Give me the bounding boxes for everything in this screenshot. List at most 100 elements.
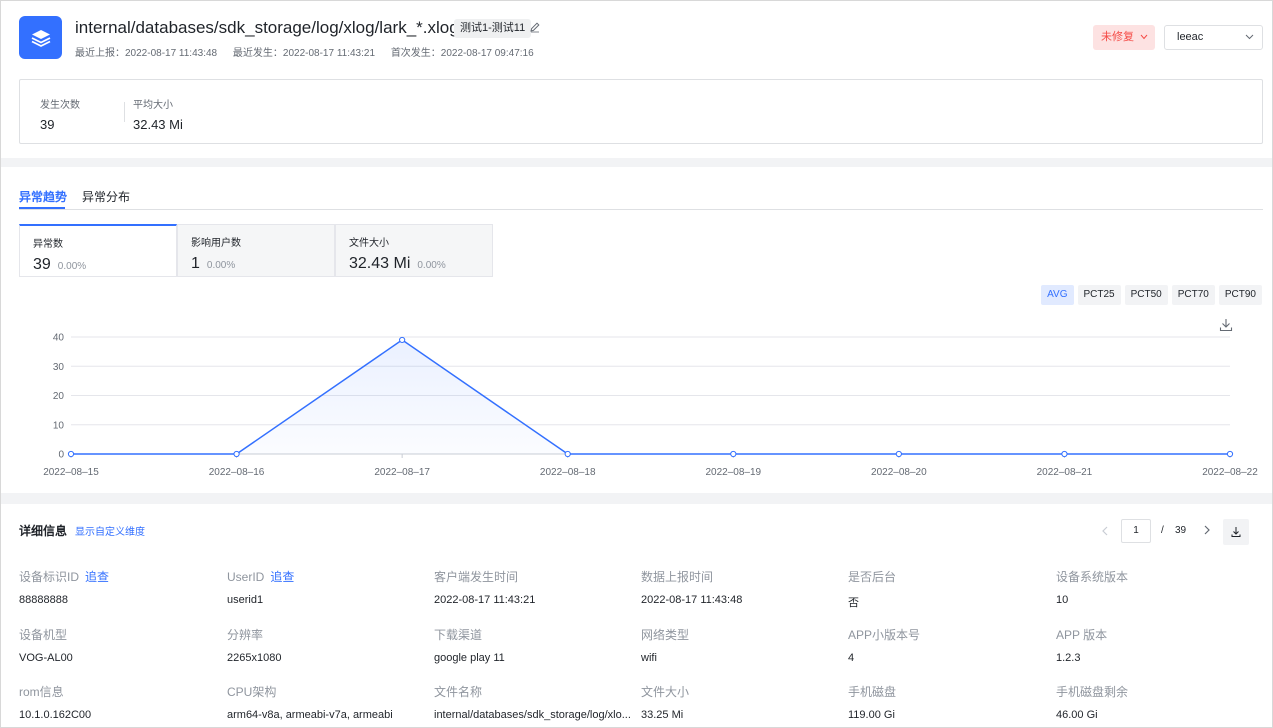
- field-label: 下载渠道: [434, 628, 483, 642]
- detail-field: 设备系统版本 10: [1056, 568, 1256, 606]
- last-occur-time: 最近发生：2022-08-17 11:43:21: [232, 48, 376, 59]
- trace-link[interactable]: 追查: [85, 570, 109, 584]
- percentile-toggle: AVG PCT25 PCT50 PCT70 PCT90: [1041, 285, 1262, 305]
- page-total: 39: [1175, 525, 1187, 536]
- field-label: APP小版本号: [848, 628, 921, 642]
- data-point[interactable]: [1061, 450, 1068, 458]
- field-value: 119.00 Gi: [848, 709, 895, 721]
- status-select[interactable]: 未修复: [1093, 25, 1155, 50]
- metric-affected-users[interactable]: 影响用户数 1 0.00%: [177, 224, 335, 277]
- field-value: 1.2.3: [1056, 652, 1081, 664]
- field-label: 设备标识ID 追查: [19, 570, 110, 584]
- x-tick-label: 2022–08–15: [43, 467, 99, 478]
- series-area: [71, 339, 1230, 454]
- trend-tabs: 异常趋势 异常分布: [19, 167, 1263, 210]
- x-tick-label: 2022–08–17: [374, 467, 430, 478]
- field-label: 文件名称: [434, 685, 483, 699]
- trend-section: 异常趋势 异常分布 异常数 39 0.00% 影响用户数 1 0.00% 文件大小 …: [1, 167, 1272, 493]
- y-tick-label: 0: [58, 450, 64, 461]
- divider: [124, 102, 125, 122]
- field-value: 10.1.0.162C00: [19, 709, 92, 721]
- pagination: 1 / 39: [1097, 519, 1263, 545]
- chevron-right-icon[interactable]: [1203, 524, 1211, 536]
- detail-field: 设备机型 VOG-AL00: [19, 626, 219, 664]
- detail-field: APP 版本 1.2.3: [1056, 626, 1256, 664]
- assignee-select[interactable]: leeac: [1164, 25, 1263, 50]
- field-value: 10: [1056, 594, 1069, 606]
- field-value: google play 11: [434, 652, 505, 664]
- chevron-down-icon: [1245, 34, 1254, 40]
- layers-icon: [19, 16, 62, 59]
- x-tick-label: 2022–08–22: [1202, 467, 1258, 478]
- pct70-button[interactable]: PCT70: [1171, 285, 1215, 305]
- tab-trend[interactable]: 异常趋势: [19, 188, 67, 205]
- detail-field: UserID 追查 userid1: [227, 568, 427, 606]
- field-label: 数据上报时间: [641, 570, 714, 584]
- y-tick-label: 20: [53, 391, 65, 402]
- download-icon: [1231, 527, 1241, 537]
- data-point[interactable]: [399, 336, 406, 344]
- summary-count: 发生次数 39: [40, 100, 80, 132]
- field-value: 4: [848, 652, 855, 664]
- data-point[interactable]: [564, 450, 571, 458]
- status-value: 未修复: [1101, 31, 1134, 43]
- field-value: internal/databases/sdk_storage/log/xlo..…: [434, 709, 631, 721]
- first-occur-time: 首次发生：2022-08-17 09:47:16: [390, 48, 534, 59]
- field-value: 88888888: [19, 594, 68, 606]
- x-tick-label: 2022–08–16: [209, 467, 265, 478]
- detail-field: 文件名称 internal/databases/sdk_storage/log/x…: [434, 683, 634, 721]
- pct50-button[interactable]: PCT50: [1124, 285, 1168, 305]
- series-line: [71, 339, 1230, 455]
- edit-icon[interactable]: [529, 21, 541, 33]
- detail-field: 客户端发生时间 2022-08-17 11:43:21: [434, 568, 634, 606]
- trace-link[interactable]: 追查: [270, 570, 294, 584]
- page-number-input[interactable]: 1: [1121, 519, 1151, 543]
- data-point[interactable]: [1226, 450, 1234, 458]
- pct-avg-button[interactable]: AVG: [1041, 285, 1074, 305]
- y-tick-label: 40: [53, 333, 65, 344]
- chevron-down-icon: [1140, 34, 1148, 40]
- issue-header: internal/databases/sdk_storage/log/xlog/…: [1, 1, 1272, 158]
- issue-title: internal/databases/sdk_storage/log/xlog/…: [75, 18, 459, 37]
- detail-field: 下载渠道 google play 11: [434, 626, 634, 664]
- detail-field: 分辨率 2265x1080: [227, 626, 427, 664]
- issue-meta: 最近上报：2022-08-17 11:43:48 最近发生：2022-08-17…: [75, 44, 547, 59]
- y-tick-label: 30: [53, 362, 65, 373]
- field-label: 分辨率: [227, 628, 264, 642]
- data-point[interactable]: [67, 450, 75, 458]
- field-label: UserID 追查: [227, 570, 295, 584]
- last-report-time: 最近上报：2022-08-17 11:43:48: [75, 48, 218, 59]
- field-value: 33.25 Mi: [641, 709, 684, 721]
- data-point[interactable]: [233, 450, 240, 458]
- metric-issue-count[interactable]: 异常数 39 0.00%: [19, 224, 177, 277]
- data-point[interactable]: [895, 450, 902, 458]
- tab-distribution[interactable]: 异常分布: [82, 188, 130, 205]
- field-value: VOG-AL00: [19, 652, 73, 664]
- field-value: 否: [848, 597, 859, 609]
- chevron-left-icon[interactable]: [1101, 525, 1109, 537]
- detail-field: 设备标识ID 追查 88888888: [19, 568, 219, 606]
- detail-field: 是否后台否: [848, 568, 1048, 610]
- detail-section: 详细信息 显示自定义维度 1 / 39 设备标识ID 追查 88888888 User…: [1, 504, 1272, 727]
- field-label: 手机磁盘剩余: [1056, 685, 1129, 699]
- field-label: 手机磁盘: [848, 685, 897, 699]
- assignee-value: leeac: [1177, 31, 1204, 43]
- summary-avg-size: 平均大小 32.43 Mi: [133, 100, 183, 132]
- field-label: CPU架构: [227, 685, 277, 699]
- detail-field: 手机磁盘 119.00 Gi: [848, 683, 1048, 721]
- pct25-button[interactable]: PCT25: [1077, 285, 1121, 305]
- x-tick-label: 2022–08–18: [540, 467, 596, 478]
- x-tick-label: 2022–08–21: [1037, 467, 1093, 478]
- export-button[interactable]: [1223, 519, 1249, 545]
- show-custom-dimensions-link[interactable]: 显示自定义维度: [75, 523, 145, 538]
- page-separator: /: [1161, 525, 1164, 536]
- field-value: 46.00 Gi: [1056, 709, 1098, 721]
- field-value: 2265x1080: [227, 652, 282, 664]
- field-value: arm64-v8a, armeabi-v7a, armeabi: [227, 709, 393, 721]
- pct90-button[interactable]: PCT90: [1218, 285, 1262, 305]
- metric-file-size[interactable]: 文件大小 32.43 Mi 0.00%: [335, 224, 493, 277]
- field-label: 客户端发生时间: [434, 570, 519, 584]
- trend-chart: 0 10 20 30 40 2022–08–15 2022–08–16 2022–08–17…: [43, 333, 1258, 479]
- version-tag: 测试1-测试11: [454, 19, 532, 38]
- data-point[interactable]: [730, 450, 737, 458]
